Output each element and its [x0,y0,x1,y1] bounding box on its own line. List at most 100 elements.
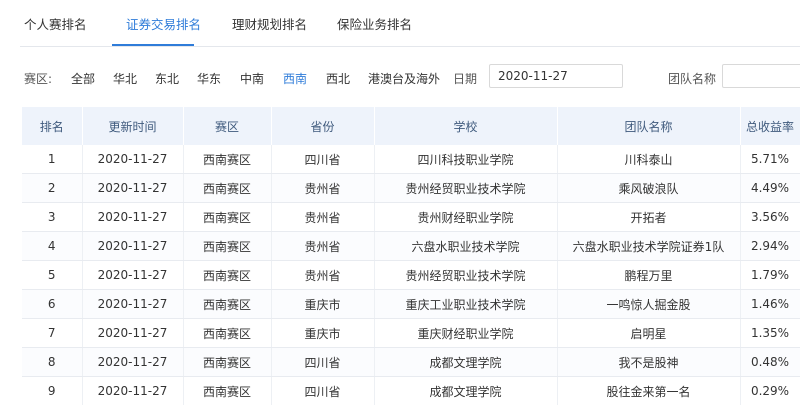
column-header-province[interactable]: 省份 [271,107,375,145]
update-time-cell: 2020-11-27 [82,260,184,290]
school-cell: 贵州经贸职业技术学院 [374,173,558,203]
tab-securities-trading-ranking[interactable]: 证券交易排名 [126,14,201,33]
school-cell: 重庆财经职业学院 [374,318,558,348]
team-name-cell: 鹏程万里 [557,260,741,290]
update-time-cell: 2020-11-27 [82,376,184,405]
region-cell: 西南赛区 [183,376,272,405]
rank-cell: 2 [22,173,83,203]
update-time-cell: 2020-11-27 [82,202,184,232]
column-header-rank[interactable]: 排名 [22,107,83,145]
school-cell: 成都文理学院 [374,347,558,377]
ranking-table: 排名 更新时间 赛区 省份 学校 团队名称 总收益率 1 2020-11-27 西南… [22,107,800,405]
update-time-cell: 2020-11-27 [82,173,184,203]
school-cell: 贵州经贸职业技术学院 [374,260,558,290]
rank-cell: 7 [22,318,83,348]
team-name-cell: 乘风破浪队 [557,173,741,203]
region-cell: 西南赛区 [183,173,272,203]
province-cell: 贵州省 [271,231,375,261]
region-option-east-china[interactable]: 华东 [197,70,221,87]
total-return-cell: 5.71% [740,145,800,174]
region-cell: 西南赛区 [183,347,272,377]
province-cell: 重庆市 [271,318,375,348]
school-cell: 成都文理学院 [374,376,558,405]
region-cell: 西南赛区 [183,145,272,174]
rank-cell: 5 [22,260,83,290]
column-header-team-name[interactable]: 团队名称 [557,107,741,145]
team-name-filter-label: 团队名称 [668,72,717,86]
team-name-cell: 我不是股神 [557,347,741,377]
team-name-cell: 股往金来第一名 [557,376,741,405]
filter-bar: 赛区: 全部 华北 东北 华东 中南 西南 西北 港澳台及海外 日期 团队名称 [0,60,800,94]
table-row[interactable]: 8 2020-11-27 西南赛区 四川省 成都文理学院 我不是股神 0.48% [22,347,800,377]
table-row[interactable]: 3 2020-11-27 西南赛区 贵州省 贵州财经职业学院 开拓者 3.56% [22,202,800,232]
region-option-central-south[interactable]: 中南 [240,70,264,87]
rank-cell: 6 [22,289,83,319]
table-row[interactable]: 6 2020-11-27 西南赛区 重庆市 重庆工业职业技术学院 一鸣惊人掘金股 1.46% [22,289,800,319]
team-name-input[interactable] [722,64,800,88]
update-time-cell: 2020-11-27 [82,289,184,319]
region-cell: 西南赛区 [183,231,272,261]
column-header-update-time[interactable]: 更新时间 [82,107,184,145]
rank-cell: 8 [22,347,83,377]
column-header-school[interactable]: 学校 [374,107,558,145]
region-cell: 西南赛区 [183,289,272,319]
total-return-cell: 1.46% [740,289,800,319]
date-input[interactable] [489,64,623,88]
column-header-region[interactable]: 赛区 [183,107,272,145]
province-cell: 四川省 [271,145,375,174]
province-cell: 四川省 [271,347,375,377]
total-return-cell: 0.29% [740,376,800,405]
province-cell: 贵州省 [271,260,375,290]
school-cell: 贵州财经职业学院 [374,202,558,232]
team-name-cell: 川科泰山 [557,145,741,174]
province-cell: 贵州省 [271,202,375,232]
ranking-tabs: 个人赛排名 证券交易排名 理财规划排名 保险业务排名 [0,0,800,47]
province-cell: 贵州省 [271,173,375,203]
region-cell: 西南赛区 [183,202,272,232]
region-cell: 西南赛区 [183,318,272,348]
region-option-northeast[interactable]: 东北 [155,70,179,87]
rank-cell: 4 [22,231,83,261]
region-option-northwest[interactable]: 西北 [326,70,350,87]
region-filter-label: 赛区: [24,72,53,86]
table-row[interactable]: 7 2020-11-27 西南赛区 重庆市 重庆财经职业学院 启明星 1.35% [22,318,800,348]
team-name-cell: 开拓者 [557,202,741,232]
total-return-cell: 1.35% [740,318,800,348]
team-name-cell: 六盘水职业技术学院证券1队 [557,231,741,261]
province-cell: 四川省 [271,376,375,405]
date-filter-label: 日期 [453,72,478,86]
team-name-cell: 一鸣惊人掘金股 [557,289,741,319]
update-time-cell: 2020-11-27 [82,347,184,377]
region-option-hk-macao-taiwan-overseas[interactable]: 港澳台及海外 [368,70,440,87]
tab-individual-ranking[interactable]: 个人赛排名 [24,14,87,33]
table-row[interactable]: 1 2020-11-27 西南赛区 四川省 四川科技职业学院 川科泰山 5.71% [22,145,800,174]
table-row[interactable]: 5 2020-11-27 西南赛区 贵州省 贵州经贸职业技术学院 鹏程万里 1.79% [22,260,800,290]
tabs-divider [20,46,800,47]
update-time-cell: 2020-11-27 [82,318,184,348]
total-return-cell: 3.56% [740,202,800,232]
ranking-table-container: 排名 更新时间 赛区 省份 学校 团队名称 总收益率 1 2020-11-27 西南… [22,107,800,405]
column-header-total-return[interactable]: 总收益率 [740,107,800,145]
rank-cell: 1 [22,145,83,174]
table-row[interactable]: 9 2020-11-27 西南赛区 四川省 成都文理学院 股往金来第一名 0.29% [22,376,800,405]
total-return-cell: 1.79% [740,260,800,290]
rank-cell: 9 [22,376,83,405]
region-option-all[interactable]: 全部 [71,70,95,87]
province-cell: 重庆市 [271,289,375,319]
table-row[interactable]: 4 2020-11-27 西南赛区 贵州省 六盘水职业技术学院 六盘水职业技术学院证券1队… [22,231,800,261]
update-time-cell: 2020-11-27 [82,231,184,261]
table-header-row: 排名 更新时间 赛区 省份 学校 团队名称 总收益率 [22,107,800,145]
region-option-southwest[interactable]: 西南 [283,70,307,87]
school-cell: 重庆工业职业技术学院 [374,289,558,319]
tab-financial-planning-ranking[interactable]: 理财规划排名 [232,14,307,33]
tab-insurance-ranking[interactable]: 保险业务排名 [337,14,412,33]
total-return-cell: 0.48% [740,347,800,377]
school-cell: 六盘水职业技术学院 [374,231,558,261]
total-return-cell: 2.94% [740,231,800,261]
school-cell: 四川科技职业学院 [374,145,558,174]
update-time-cell: 2020-11-27 [82,145,184,174]
team-name-cell: 启明星 [557,318,741,348]
total-return-cell: 4.49% [740,173,800,203]
table-row[interactable]: 2 2020-11-27 西南赛区 贵州省 贵州经贸职业技术学院 乘风破浪队 4.49% [22,173,800,203]
region-option-north-china[interactable]: 华北 [113,70,137,87]
